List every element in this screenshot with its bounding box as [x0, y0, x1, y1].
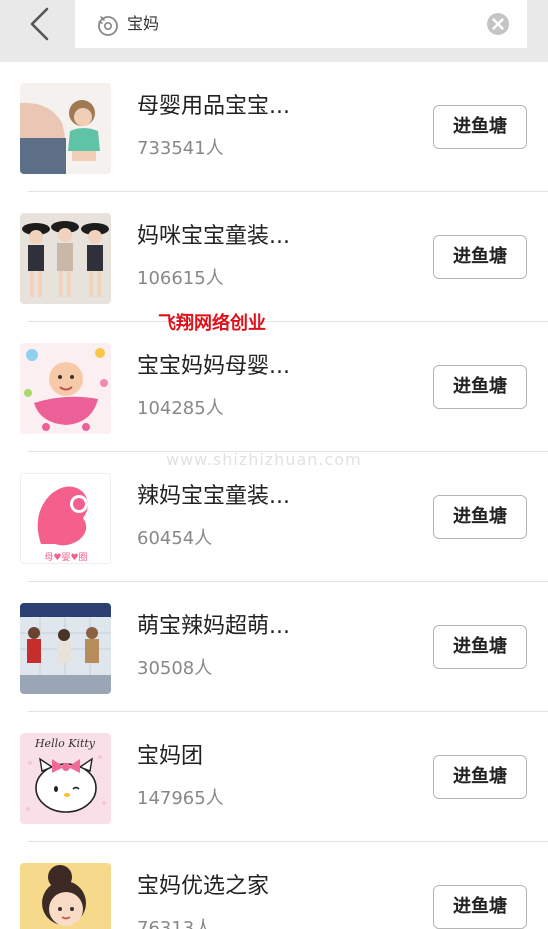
group-avatar: Hello Kitty: [20, 733, 111, 824]
member-count: 104285人: [137, 398, 224, 419]
group-title: 辣妈宝宝童装...: [137, 484, 290, 509]
list-item[interactable]: 萌宝辣妈超萌... 30508人 进鱼塘: [0, 582, 548, 712]
group-avatar: [20, 213, 111, 304]
group-title: 萌宝辣妈超萌...: [137, 614, 290, 639]
thumb-caption: 母♥婴♥圈: [44, 552, 87, 563]
list-item[interactable]: 宝宝妈妈母婴... 104285人 进鱼塘: [0, 322, 548, 452]
join-button[interactable]: 进鱼塘: [433, 105, 527, 149]
group-avatar: [20, 83, 111, 174]
list-item[interactable]: 母婴用品宝宝... 733541人 进鱼塘: [0, 62, 548, 192]
back-button[interactable]: [22, 6, 56, 42]
member-count: 106615人: [137, 268, 224, 289]
search-query[interactable]: 宝妈: [127, 12, 159, 36]
result-list: 母婴用品宝宝... 733541人 进鱼塘 妈咪宝宝童装... 106615人 …: [0, 62, 548, 929]
join-button[interactable]: 进鱼塘: [433, 755, 527, 799]
join-button[interactable]: 进鱼塘: [433, 235, 527, 279]
watermark-text: 飞翔网络创业: [158, 313, 266, 334]
join-button[interactable]: 进鱼塘: [433, 495, 527, 539]
list-item[interactable]: 母♥婴♥圈 辣妈宝宝童装... 60454人 进鱼塘: [0, 452, 548, 582]
join-button[interactable]: 进鱼塘: [433, 885, 527, 929]
list-item[interactable]: 妈咪宝宝童装... 106615人 进鱼塘: [0, 192, 548, 322]
group-avatar: [20, 343, 111, 434]
group-title: 母婴用品宝宝...: [137, 94, 290, 119]
list-item[interactable]: Hello Kitty 宝妈团 147965人 进鱼塘: [0, 712, 548, 842]
group-avatar: 母♥婴♥圈: [20, 473, 111, 564]
chevron-left-icon: [30, 7, 49, 41]
watermark-url: www.shizhizhuan.com: [166, 450, 362, 469]
group-title: 宝宝妈妈母婴...: [137, 354, 290, 379]
group-title: 宝妈优选之家: [137, 874, 270, 899]
search-icon: [98, 16, 118, 36]
join-button[interactable]: 进鱼塘: [433, 625, 527, 669]
join-button[interactable]: 进鱼塘: [433, 365, 527, 409]
member-count: 60454人: [137, 528, 213, 549]
top-bar: 宝妈: [0, 0, 548, 62]
group-avatar: [20, 603, 111, 694]
group-title: 宝妈团: [137, 744, 204, 769]
search-input[interactable]: 宝妈: [75, 0, 527, 48]
member-count: 733541人: [137, 138, 224, 159]
thumb-caption: Hello Kitty: [34, 737, 96, 750]
group-title: 妈咪宝宝童装...: [137, 224, 290, 249]
member-count: 76313人: [137, 918, 213, 929]
member-count: 147965人: [137, 788, 224, 809]
clear-icon[interactable]: [486, 12, 510, 36]
member-count: 30508人: [137, 658, 213, 679]
list-item[interactable]: 宝妈优选之家 76313人 进鱼塘: [0, 842, 548, 929]
group-avatar: [20, 863, 111, 929]
